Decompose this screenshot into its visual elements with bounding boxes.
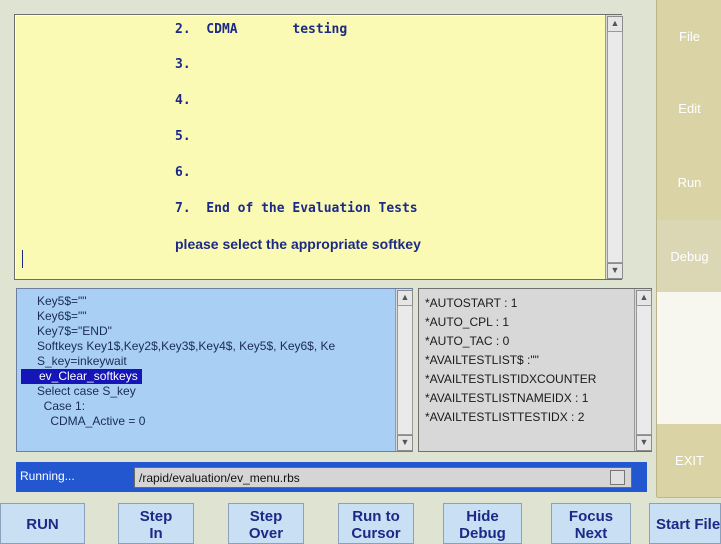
output-line: 5.: [175, 129, 191, 144]
scroll-thumb[interactable]: [607, 31, 623, 263]
focus-next-label-2: Next: [574, 524, 608, 542]
variable-item: *AUTO_CPL : 1: [425, 315, 510, 329]
start-file-label: Start File: [656, 516, 721, 533]
output-line: 2. CDMA testing: [175, 22, 348, 37]
status-label: Running...: [20, 469, 75, 483]
code-line: Select case S_key: [37, 384, 136, 398]
softkey-blank-1[interactable]: [657, 292, 721, 359]
text-cursor: [22, 250, 23, 268]
softkey-exit[interactable]: EXIT: [657, 424, 721, 498]
scroll-thumb[interactable]: [636, 305, 652, 435]
step-in-label-1: Step: [139, 507, 173, 525]
output-line: 7. End of the Evaluation Tests: [175, 201, 418, 216]
output-line: 6.: [175, 165, 191, 180]
output-prompt: please select the appropriate softkey: [175, 236, 421, 252]
softkey-debug[interactable]: Debug: [657, 220, 721, 293]
scroll-up-icon[interactable]: ▲: [397, 290, 413, 306]
scroll-down-icon[interactable]: ▼: [397, 435, 413, 451]
step-over-label-1: Step: [249, 507, 283, 525]
hide-debug-button[interactable]: Hide Debug: [443, 503, 522, 544]
code-line: S_key=inkeywait: [37, 354, 127, 368]
code-line: Key5$="": [37, 294, 87, 308]
variables-pane[interactable]: *AUTOSTART : 1 *AUTO_CPL : 1 *AUTO_TAC :…: [418, 288, 652, 452]
scroll-up-icon[interactable]: ▲: [607, 16, 623, 32]
run-to-cursor-label-2: Cursor: [351, 524, 401, 542]
file-path-text: /rapid/evaluation/ev_menu.rbs: [139, 471, 300, 485]
status-bar: Running... /rapid/evaluation/ev_menu.rbs: [16, 462, 647, 492]
output-line: 4.: [175, 93, 191, 108]
hide-debug-label-1: Hide: [466, 507, 499, 525]
run-to-cursor-button[interactable]: Run to Cursor: [338, 503, 414, 544]
code-line: Key7$="END": [37, 324, 112, 338]
softkey-debug-label: Debug: [670, 248, 709, 264]
output-pane[interactable]: 2. CDMA testing 3. 4. 5. 6. 7. End of th…: [14, 14, 623, 280]
output-scrollbar[interactable]: ▲ ▼: [605, 15, 623, 279]
output-line: 3.: [175, 57, 191, 72]
variable-item: *AVAILTESTLISTNAMEIDX : 1: [425, 391, 589, 405]
variables-scrollbar[interactable]: ▲ ▼: [634, 289, 652, 451]
start-file-button[interactable]: Start File: [649, 503, 721, 544]
variable-item: *AUTOSTART : 1: [425, 296, 518, 310]
run-button-label: RUN: [26, 516, 59, 533]
file-path-field[interactable]: /rapid/evaluation/ev_menu.rbs: [134, 467, 632, 488]
scroll-down-icon[interactable]: ▼: [607, 263, 623, 279]
variable-item: *AVAILTESTLIST$ :"": [425, 353, 539, 367]
code-line: Case 1:: [37, 399, 86, 413]
step-over-button[interactable]: Step Over: [228, 503, 304, 544]
run-button[interactable]: RUN: [0, 503, 85, 544]
hide-debug-label-2: Debug: [459, 524, 506, 542]
step-in-button[interactable]: Step In: [118, 503, 194, 544]
code-line-highlighted[interactable]: ev_Clear_softkeys: [21, 369, 142, 384]
scroll-thumb[interactable]: [397, 305, 413, 435]
softkey-edit-label: Edit: [678, 100, 701, 116]
run-to-cursor-label-1: Run to: [352, 507, 400, 525]
code-line: Key6$="": [37, 309, 87, 323]
source-code-pane[interactable]: Key5$="" Key6$="" Key7$="END" Softkeys K…: [16, 288, 413, 452]
softkey-file-label: File: [679, 28, 700, 44]
softkey-edit[interactable]: Edit: [657, 72, 721, 145]
step-in-label-2: In: [149, 524, 163, 542]
variable-item: *AUTO_TAC : 0: [425, 334, 510, 348]
softkey-file[interactable]: File: [657, 0, 721, 73]
code-line: CDMA_Active = 0: [37, 414, 146, 428]
file-browse-icon[interactable]: [610, 470, 625, 485]
variable-item: *AVAILTESTLISTTESTIDX : 2: [425, 410, 585, 424]
softkey-blank-2[interactable]: [657, 358, 721, 425]
step-over-label-2: Over: [248, 524, 284, 542]
softkey-run[interactable]: Run: [657, 144, 721, 221]
scroll-down-icon[interactable]: ▼: [636, 435, 652, 451]
softkey-run-label: Run: [677, 174, 702, 190]
scroll-up-icon[interactable]: ▲: [636, 290, 652, 306]
code-scrollbar[interactable]: ▲ ▼: [395, 289, 413, 451]
focus-next-label-1: Focus: [568, 507, 614, 525]
code-line: Softkeys Key1$,Key2$,Key3$,Key4$, Key5$,…: [37, 339, 336, 353]
variable-item: *AVAILTESTLISTIDXCOUNTER: [425, 372, 597, 386]
focus-next-button[interactable]: Focus Next: [551, 503, 631, 544]
softkey-exit-label: EXIT: [675, 453, 704, 468]
softkey-panel: File Edit Run Debug EXIT: [656, 0, 721, 498]
